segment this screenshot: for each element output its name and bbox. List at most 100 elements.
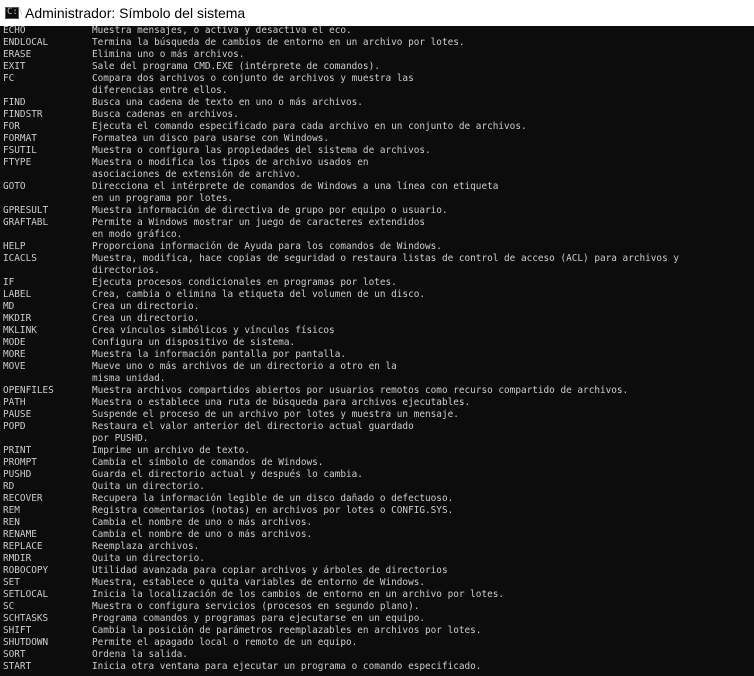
command-name: ECHO bbox=[3, 26, 26, 36]
command-description: Sale del programa CMD.EXE (intérprete de… bbox=[92, 61, 380, 72]
command-description: Proporciona información de Ayuda para lo… bbox=[92, 241, 442, 252]
command-name: EXIT bbox=[3, 61, 26, 72]
command-description: Muestra o configura servicios (procesos … bbox=[92, 601, 420, 612]
command-name: FINDSTR bbox=[3, 109, 43, 120]
command-description: Quita un directorio. bbox=[92, 553, 205, 564]
command-name: REN bbox=[3, 517, 20, 528]
command-name: SHUTDOWN bbox=[3, 637, 49, 648]
command-name: SETLOCAL bbox=[3, 589, 49, 600]
cmd-icon-glyph: C:\ bbox=[7, 7, 24, 17]
command-description: Direcciona el intérprete de comandos de … bbox=[92, 181, 499, 192]
command-description: Formatea un disco para usarse con Window… bbox=[92, 133, 330, 144]
command-name: SET bbox=[3, 577, 20, 588]
command-description: Cambia el nombre de uno o más archivos. bbox=[92, 529, 313, 540]
command-name: PROMPT bbox=[3, 457, 37, 468]
command-name: ICACLS bbox=[3, 253, 37, 264]
command-description: Muestra archivos compartidos abiertos po… bbox=[92, 385, 629, 396]
command-description: Guarda el directorio actual y después lo… bbox=[92, 469, 363, 480]
command-name: MKDIR bbox=[3, 313, 32, 324]
command-description: Ejecuta procesos condicionales en progra… bbox=[92, 277, 397, 288]
command-name: PATH bbox=[3, 397, 26, 408]
command-name: RECOVER bbox=[3, 493, 43, 504]
command-description: Quita un directorio. bbox=[92, 481, 205, 492]
command-name: PUSHD bbox=[3, 469, 32, 480]
command-name: GRAFTABL bbox=[3, 217, 49, 228]
title-bar[interactable]: C:\ Administrador: Símbolo del sistema bbox=[0, 0, 754, 26]
command-name: SC bbox=[3, 601, 15, 612]
command-description: Inicia la localización de los cambios de… bbox=[92, 589, 505, 600]
command-description: Muestra la información pantalla por pant… bbox=[92, 349, 346, 360]
command-name: LABEL bbox=[3, 289, 32, 300]
command-description: asociaciones de extensión de archivo. bbox=[92, 169, 301, 180]
command-description: Crea un directorio. bbox=[92, 313, 200, 324]
command-name: HELP bbox=[3, 241, 26, 252]
command-description: Termina la búsqueda de cambios de entorn… bbox=[92, 37, 465, 48]
command-description: Muestra información de directiva de grup… bbox=[92, 205, 448, 216]
command-description: Crea un directorio. bbox=[92, 301, 200, 312]
command-description: Registra comentarios (notas) en archivos… bbox=[92, 505, 454, 516]
command-description: Cambia la posición de parámetros reempla… bbox=[92, 625, 482, 636]
command-description: Muestra o modifica los tipos de archivo … bbox=[92, 157, 369, 168]
command-description: directorios. bbox=[92, 265, 160, 276]
command-description: diferencias entre ellos. bbox=[92, 85, 228, 96]
command-description: Restaura el valor anterior del directori… bbox=[92, 421, 414, 432]
command-name: SORT bbox=[3, 649, 26, 660]
command-description: Muestra, establece o quita variables de … bbox=[92, 577, 426, 588]
command-name: ROBOCOPY bbox=[3, 565, 49, 576]
command-description: Programa comandos y programas para ejecu… bbox=[92, 613, 426, 624]
command-description: Compara dos archivos o conjunto de archi… bbox=[92, 73, 414, 84]
command-description: Busca cadenas en archivos. bbox=[92, 109, 239, 120]
command-description: misma unidad. bbox=[92, 373, 166, 384]
command-description: Elimina uno o más archivos. bbox=[92, 49, 245, 60]
command-name: MD bbox=[3, 301, 15, 312]
command-name: OPENFILES bbox=[3, 385, 54, 396]
command-prompt-window: C:\ Administrador: Símbolo del sistema E… bbox=[0, 0, 754, 676]
command-description: Utilidad avanzada para copiar archivos y… bbox=[92, 565, 448, 576]
command-name: GPRESULT bbox=[3, 205, 49, 216]
command-description: Crea vínculos simbólicos y vínculos físi… bbox=[92, 325, 335, 336]
command-name: FSUTIL bbox=[3, 145, 37, 156]
command-name: POPD bbox=[3, 421, 26, 432]
command-description: por PUSHD. bbox=[92, 433, 149, 444]
command-name: PAUSE bbox=[3, 409, 32, 420]
command-name: FTYPE bbox=[3, 157, 32, 168]
command-name: REPLACE bbox=[3, 541, 43, 552]
command-name: GOTO bbox=[3, 181, 26, 192]
command-name: REM bbox=[3, 505, 20, 516]
console-output[interactable]: ECHO Muestra mensajes, o activa y desacti… bbox=[0, 26, 754, 676]
command-description: Permite a Windows mostrar un juego de ca… bbox=[92, 217, 426, 228]
command-description: en modo gráfico. bbox=[92, 229, 183, 240]
command-name: SCHTASKS bbox=[3, 613, 49, 624]
command-description: Muestra o establece una ruta de búsqueda… bbox=[92, 397, 471, 408]
command-description: Imprime un archivo de texto. bbox=[92, 445, 251, 456]
command-description: Mueve uno o más archivos de un directori… bbox=[92, 361, 397, 372]
command-name: FOR bbox=[3, 121, 20, 132]
command-description: Ordena la salida. bbox=[92, 649, 188, 660]
command-name: MKLINK bbox=[3, 325, 37, 336]
command-name: FIND bbox=[3, 97, 26, 108]
command-name: MODE bbox=[3, 337, 26, 348]
command-description: Cambia el símbolo de comandos de Windows… bbox=[92, 457, 324, 468]
command-description: Suspende el proceso de un archivo por lo… bbox=[92, 409, 459, 420]
command-description: Configura un dispositivo de sistema. bbox=[92, 337, 296, 348]
command-description: Busca una cadena de texto en uno o más a… bbox=[92, 97, 363, 108]
command-description: Muestra o configura las propiedades del … bbox=[92, 145, 431, 156]
command-name: FC bbox=[3, 73, 15, 84]
cmd-console-icon[interactable]: C:\ bbox=[5, 7, 23, 19]
command-description: Cambia el nombre de uno o más archivos. bbox=[92, 517, 313, 528]
command-description: Inicia otra ventana para ejecutar un pro… bbox=[92, 661, 482, 672]
command-description: Reemplaza archivos. bbox=[92, 541, 200, 552]
command-name: MOVE bbox=[3, 361, 26, 372]
command-name: PRINT bbox=[3, 445, 32, 456]
command-description: Muestra, modifica, hace copias de seguri… bbox=[92, 253, 679, 264]
command-description: Muestra mensajes, o activa y desactiva e… bbox=[92, 26, 352, 36]
command-name: RMDIR bbox=[3, 553, 32, 564]
command-name: START bbox=[3, 661, 32, 672]
command-description: Permite el apagado local o remoto de un … bbox=[92, 637, 358, 648]
window-title: Administrador: Símbolo del sistema bbox=[25, 5, 246, 21]
command-description: Ejecuta el comando especificado para cad… bbox=[92, 121, 527, 132]
command-name: MORE bbox=[3, 349, 26, 360]
command-description: Crea, cambia o elimina la etiqueta del v… bbox=[92, 289, 426, 300]
command-name: RD bbox=[3, 481, 15, 492]
command-name: RENAME bbox=[3, 529, 37, 540]
